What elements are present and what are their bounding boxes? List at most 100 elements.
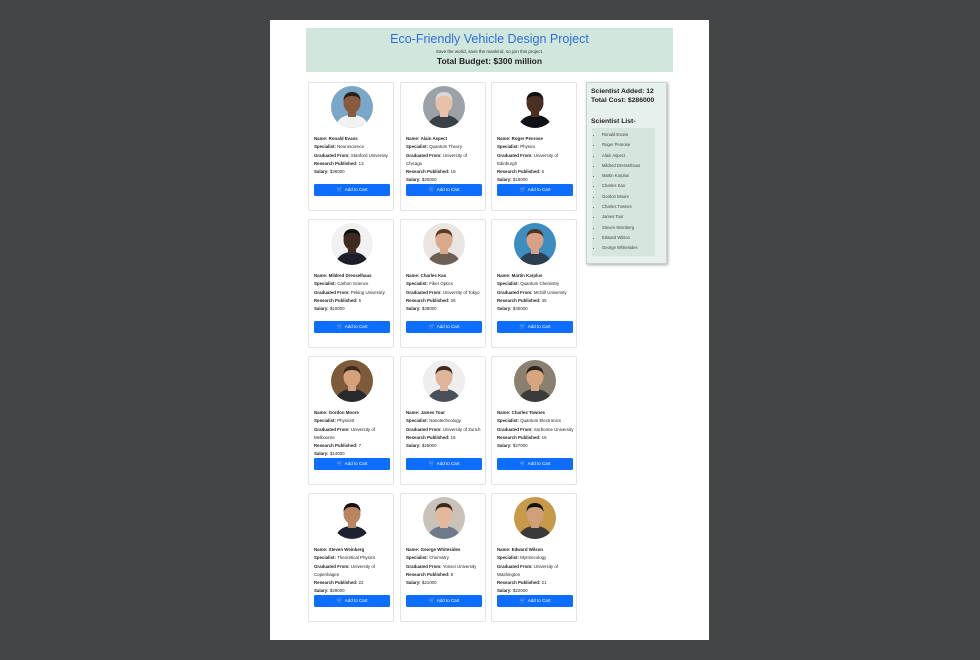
research-value: 13 [358,160,364,166]
add-to-cart-button[interactable]: 🛒 Add to Cart [497,458,573,470]
name-line: Name: Martin Karplus [497,272,575,280]
research-label: Research Published: [314,442,358,448]
avatar [331,86,373,128]
name-line: Name: James Tour [406,409,484,417]
name-line: Name: Steven Weinberg [314,546,392,554]
avatar [423,497,465,539]
graduated-line: Graduated From: University of Edinburgh [497,152,575,168]
salary-label: Salary: [314,168,329,174]
research-value: 26 [450,297,456,303]
avatar-photo [514,360,556,402]
graduated-value: McGill University [533,289,567,295]
specialist-label: Specialist: [406,418,428,424]
specialist-value: Neuroscience [337,144,365,150]
scientist-card: Name: Alain Aspect Specialist: Quantum Th… [400,82,486,211]
name-line: Name: Edward Wilson [497,546,575,554]
scientist-list: Ronald EvansRoger PenroseAlain AspectMil… [592,128,655,256]
avatar [514,223,556,265]
salary-value: $14000 [329,451,345,457]
scientist-name: George Whitesides [420,547,461,552]
cart-icon: 🛒 [336,461,343,467]
graduated-label: Graduated From: [406,152,442,158]
salary-line: Salary: $36000 [314,168,392,176]
add-to-cart-button[interactable]: 🛒 Add to Cart [406,458,482,470]
name-line: Name: Roger Penrose [497,135,575,143]
add-to-cart-button[interactable]: 🛒 Add to Cart [314,595,390,607]
salary-label: Salary: [314,305,329,311]
scientist-info: Name: Mildred Dresselhaus Specialist: Car… [314,272,392,313]
avatar-photo [331,223,373,265]
graduated-value: Peking University [350,289,385,295]
salary-label: Salary: [406,442,421,448]
scientist-info: Name: Ronald Evans Specialist: Neuroscien… [314,135,392,176]
salary-label: Salary: [497,588,512,594]
add-to-cart-label: Add to Cart [344,324,368,329]
avatar [514,497,556,539]
add-to-cart-button[interactable]: 🛒 Add to Cart [406,184,482,196]
add-to-cart-label: Add to Cart [344,598,368,603]
research-label: Research Published: [406,297,450,303]
specialist-value: Carbon Science [337,281,369,287]
research-value: 5 [358,297,362,303]
name-line: Name: Charles Townes [497,409,575,417]
research-line: Research Published: 26 [406,297,484,305]
cart-icon: 🛒 [428,598,435,604]
name-label: Name: [406,273,420,278]
add-to-cart-button[interactable]: 🛒 Add to Cart [497,321,573,333]
avatar [423,223,465,265]
add-to-cart-button[interactable]: 🛒 Add to Cart [314,321,390,333]
specialist-line: Specialist: Carbon Science [314,280,392,288]
research-value: 6 [541,168,545,174]
name-line: Name: Ronald Evans [314,135,392,143]
scientist-name: James Tour [420,410,445,415]
scientist-info: Name: James Tour Specialist: Nanotechnolo… [406,409,484,450]
add-to-cart-button[interactable]: 🛒 Add to Cart [406,595,482,607]
graduated-line: Graduated From: University of Tokyo [406,289,484,297]
graduated-line: Graduated From: University of Washington [497,563,575,579]
research-label: Research Published: [497,579,541,585]
add-to-cart-label: Add to Cart [527,461,551,466]
add-to-cart-button[interactable]: 🛒 Add to Cart [314,458,390,470]
scientist-name: Gordon Moore [328,410,359,415]
graduated-line: Graduated From: University of Copenhagen [314,563,392,579]
total-cost: Total Cost: $286000 [591,97,655,104]
specialist-line: Specialist: Quantum Electronics [497,417,575,425]
salary-line: Salary: $40000 [497,305,575,313]
scientist-name: Charles Kao [420,273,447,278]
research-value: 19 [450,168,456,174]
name-line: Name: Gordon Moore [314,409,392,417]
salary-value: $27000 [512,442,528,448]
project-header: Eco-Friendly Vehicle Design Project Save… [306,28,673,72]
cart-icon: 🛒 [519,598,526,604]
salary-value: $20000 [421,177,437,183]
avatar-photo [423,360,465,402]
salary-label: Salary: [314,451,329,457]
cart-summary-panel: Scientist Added: 12 Total Cost: $286000 … [586,82,667,264]
scientist-list-item: Charles Kao [602,181,655,191]
cart-icon: 🛒 [519,324,526,330]
graduated-value: Stanford University [350,152,388,158]
scientist-name: Mildred Dresselhaus [328,273,372,278]
research-line: Research Published: 16 [497,434,575,442]
specialist-line: Specialist: Chemistry [406,554,484,562]
research-line: Research Published: 15 [406,434,484,442]
name-label: Name: [497,410,511,415]
add-to-cart-button[interactable]: 🛒 Add to Cart [497,595,573,607]
research-value: 21 [541,579,547,585]
add-to-cart-label: Add to Cart [344,461,368,466]
avatar-photo [514,497,556,539]
add-to-cart-button[interactable]: 🛒 Add to Cart [406,321,482,333]
salary-value: $10000 [329,305,345,311]
salary-label: Salary: [406,579,421,585]
research-label: Research Published: [497,297,541,303]
add-to-cart-button[interactable]: 🛒 Add to Cart [497,184,573,196]
specialist-value: Physics [520,144,536,150]
add-to-cart-button[interactable]: 🛒 Add to Cart [314,184,390,196]
research-label: Research Published: [406,571,450,577]
scientist-card: Name: Mildred Dresselhaus Specialist: Car… [308,219,394,348]
specialist-label: Specialist: [497,281,519,287]
specialist-line: Specialist: Quantum Theory [406,143,484,151]
graduated-line: Graduated From: Sorbonne University [497,426,575,434]
graduated-line: Graduated From: Peking University [314,289,392,297]
research-label: Research Published: [314,579,358,585]
